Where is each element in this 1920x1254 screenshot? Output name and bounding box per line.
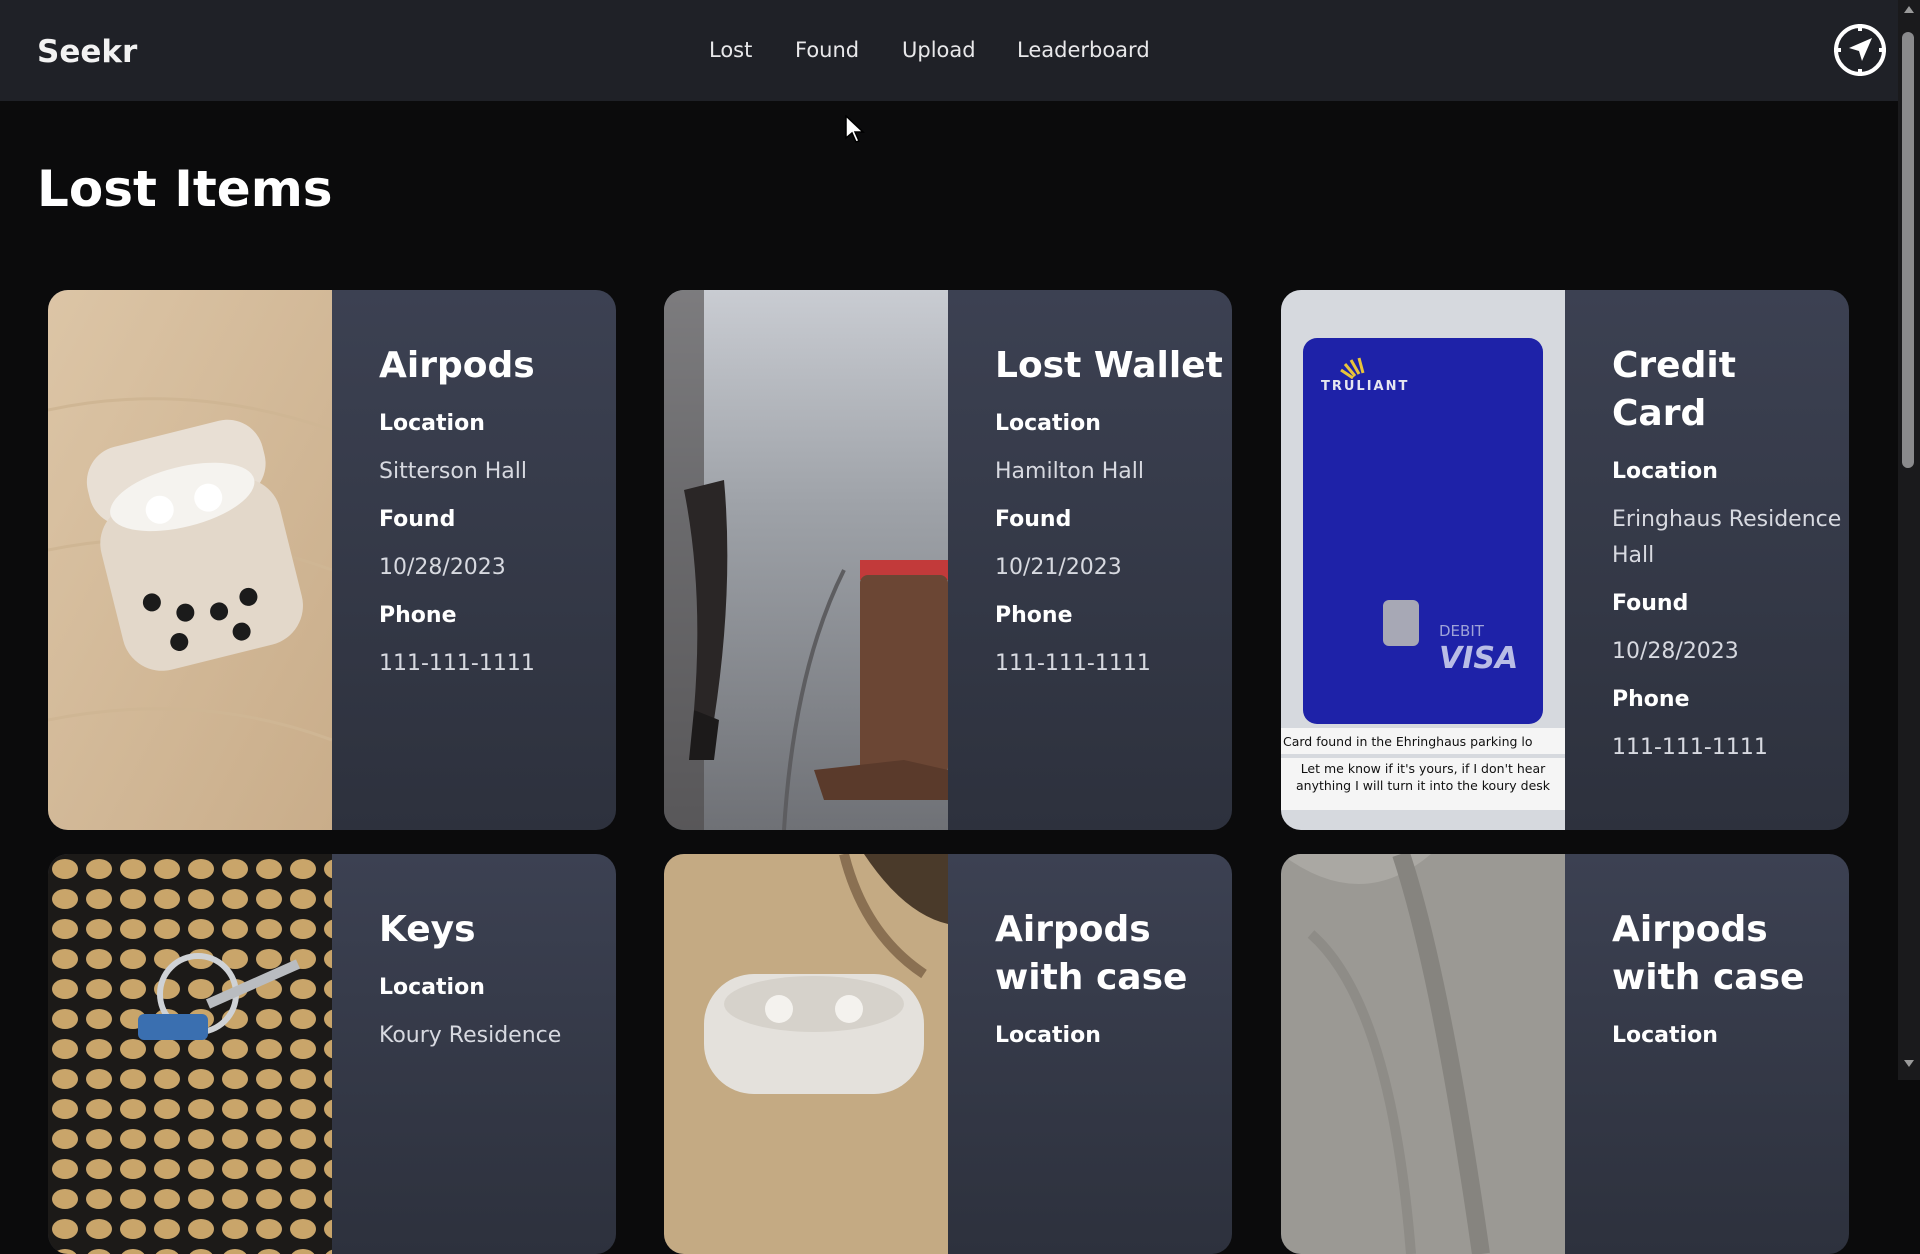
keys-on-mesh-photo (48, 854, 332, 1254)
location-label: Location (379, 975, 485, 1000)
item-card-lost-wallet[interactable]: Lost Wallet Location Hamilton Hall Found… (664, 290, 1232, 830)
scroll-down-arrow[interactable] (1904, 1060, 1914, 1067)
nav-lost[interactable]: Lost (709, 38, 752, 62)
found-label: Found (1612, 591, 1689, 616)
card-title: Credit Card (1612, 345, 1736, 434)
phone-label: Phone (995, 603, 1073, 628)
location-label: Location (379, 411, 485, 436)
card-details: Keys Location Koury Residence (379, 906, 609, 1060)
location-value: Hamilton Hall (995, 459, 1144, 484)
item-card-keys[interactable]: Keys Location Koury Residence (48, 854, 616, 1254)
location-value: Sitterson Hall (379, 459, 528, 484)
phone-value: 111-111-1111 (995, 651, 1151, 676)
location-label: Location (1612, 459, 1718, 484)
card-brand-text: TRULIANT (1321, 379, 1409, 394)
card-title: Keys (379, 909, 476, 950)
brand-logo[interactable]: Seekr (37, 34, 137, 70)
found-date: 10/21/2023 (995, 555, 1122, 580)
nav-leaderboard[interactable]: Leaderboard (1017, 38, 1150, 62)
scroll-up-arrow[interactable] (1904, 6, 1914, 13)
card-details: Credit Card Location Eringhaus Residence… (1612, 342, 1842, 772)
location-label: Location (995, 411, 1101, 436)
card-type-text: DEBIT (1439, 622, 1485, 640)
location-value: Koury Residence (379, 1023, 562, 1048)
caption-line-1: Card found in the Ehringhaus parking lo (1283, 734, 1533, 749)
card-details: Lost Wallet Location Hamilton Hall Found… (995, 342, 1225, 688)
found-date: 10/28/2023 (1612, 639, 1739, 664)
found-label: Found (995, 507, 1072, 532)
card-title: Airpods with case (1612, 909, 1805, 998)
phone-label: Phone (1612, 687, 1690, 712)
top-navbar: Seekr Lost Found Upload Leaderboard (0, 0, 1898, 101)
item-card-credit-card[interactable]: TRULIANT DEBIT VISA Card found in the Eh… (1281, 290, 1849, 830)
mouse-cursor-icon (845, 115, 865, 143)
card-network-text: VISA (1439, 641, 1518, 676)
compass-icon[interactable] (1832, 22, 1888, 78)
page-title: Lost Items (37, 160, 333, 218)
item-card-airpods-with-case[interactable]: Airpods with case Location (664, 854, 1232, 1254)
card-title: Lost Wallet (995, 345, 1223, 386)
item-card-airpods[interactable]: Airpods Location Sitterson Hall Found 10… (48, 290, 616, 830)
scrollbar-thumb[interactable] (1902, 32, 1914, 468)
airpods-case-photo (48, 290, 332, 830)
location-value: Eringhaus Residence Hall (1612, 507, 1842, 568)
wallet-on-street-photo (664, 290, 948, 830)
card-title: Airpods with case (995, 909, 1188, 998)
item-card-airpods-with-case-2[interactable]: Airpods with case Location (1281, 854, 1849, 1254)
credit-card-photo: TRULIANT DEBIT VISA Card found in the Eh… (1281, 290, 1565, 830)
airpods-with-case-photo (664, 854, 948, 1254)
card-details: Airpods with case Location (995, 906, 1225, 1060)
card-details: Airpods with case Location (1612, 906, 1842, 1060)
found-label: Found (379, 507, 456, 532)
phone-label: Phone (379, 603, 457, 628)
nav-upload[interactable]: Upload (902, 38, 976, 62)
nav-found[interactable]: Found (795, 38, 859, 62)
card-details: Airpods Location Sitterson Hall Found 10… (379, 342, 609, 688)
phone-value: 111-111-1111 (379, 651, 535, 676)
airpods-on-fabric-photo (1281, 854, 1565, 1254)
card-title: Airpods (379, 345, 535, 386)
found-date: 10/28/2023 (379, 555, 506, 580)
phone-value: 111-111-1111 (1612, 735, 1768, 760)
location-label: Location (1612, 1023, 1718, 1048)
caption-line-2: Let me know if it's yours, if I don't he… (1295, 761, 1551, 793)
location-label: Location (995, 1023, 1101, 1048)
